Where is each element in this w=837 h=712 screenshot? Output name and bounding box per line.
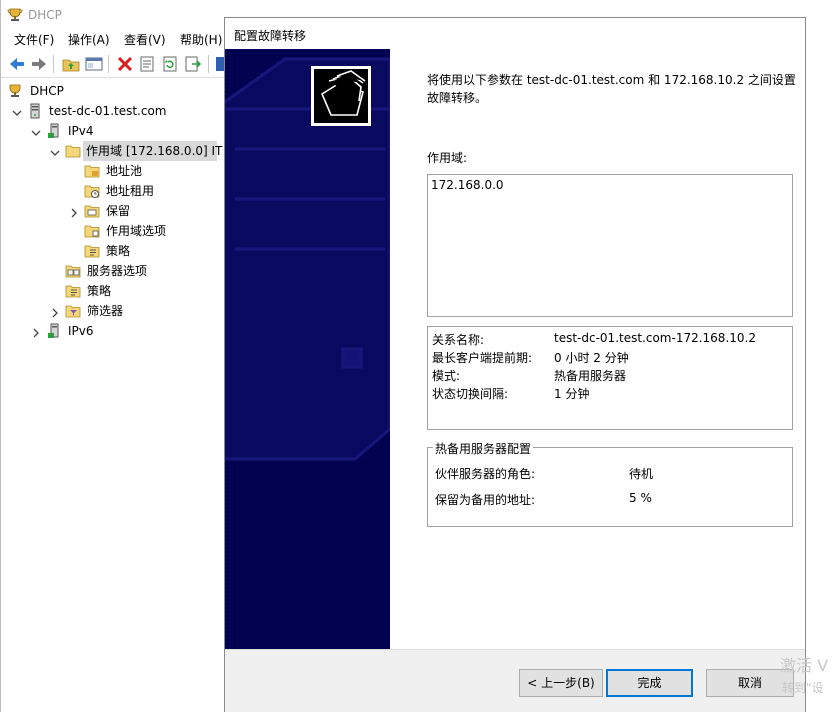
ipv4-server-icon [46,123,62,139]
chevron-right-icon[interactable] [49,305,61,318]
state-switchover-value: 1 分钟 [554,387,590,401]
refresh-icon[interactable] [160,54,180,74]
hot-standby-legend: 热备用服务器配置 [433,440,534,457]
tree-label: 作用域 [172.168.0.0] IT [83,141,222,161]
reserve-value: 5 % [629,491,652,505]
wizard-title-bar: 配置故障转移 [225,18,805,49]
tree-label: IPv6 [68,324,94,338]
mode-label: 模式: [432,369,461,383]
partner-role-row: 伙伴服务器的角色: 待机 [435,465,653,482]
tree-item-server[interactable]: test-dc-01.test.com [1,101,221,121]
ipv6-server-icon [46,323,62,339]
hot-standby-group: 热备用服务器配置 伙伴服务器的角色: 待机 保留为备用的地址: 5 % [427,440,793,527]
tree-item-ipv4[interactable]: IPv4 [1,121,221,141]
policies-icon [65,283,81,299]
tree-label: DHCP [30,84,64,98]
address-leases-icon [84,183,100,199]
tree-label: 地址租用 [106,184,155,198]
wizard-content: 将使用以下参数在 test-dc-01.test.com 和 172.168.1… [390,49,805,649]
reserve-label: 保留为备用的地址: [435,493,536,507]
toolbar [1,50,231,78]
dhcp-trophy-icon [7,83,23,99]
tree-item-dhcp[interactable]: DHCP [1,81,221,101]
partner-role-label: 伙伴服务器的角色: [435,467,536,481]
chevron-right-icon[interactable] [68,205,80,218]
menu-action[interactable]: 操作(A) [68,31,110,48]
mclt-label: 最长客户端提前期: [432,351,533,365]
console-tree: DHCP test-dc-01.test.com IPv4 作用域 [172.1… [1,79,225,712]
server-icon [27,103,43,119]
scope-label: 作用域: [427,151,468,165]
activation-watermark: 激活 V [780,656,829,675]
properties-icon[interactable] [137,54,157,74]
failover-summary: 关系名称: test-dc-01.test.com-172.168.10.2 最… [427,326,793,430]
tree-label: 作用域选项 [106,224,167,238]
delete-icon[interactable] [115,54,135,74]
relationship-name-value: test-dc-01.test.com-172.168.10.2 [554,331,756,345]
mode-value: 热备用服务器 [554,369,627,383]
folder-icon [65,143,81,159]
filters-icon [65,303,81,319]
wizard-footer: < 上一步(B) 完成 取消 [225,649,805,712]
toolbar-separator [53,55,54,73]
toolbar-separator [108,55,109,73]
tree-label: 保留 [106,204,131,218]
reservations-icon [84,203,100,219]
relationship-name-label: 关系名称: [432,333,485,347]
scope-options-icon [84,223,100,239]
mclt-value: 0 小时 2 分钟 [554,351,629,365]
chevron-down-icon[interactable] [30,125,42,137]
export-icon[interactable] [183,54,203,74]
menu-help[interactable]: 帮助(H) [180,31,222,48]
tree-label: 筛选器 [87,304,124,318]
wizard-side-banner [225,49,390,649]
wizard-title: 配置故障转移 [234,29,307,43]
dhcp-trophy-icon [7,7,23,23]
forward-arrow-icon[interactable] [29,54,49,74]
address-pool-icon [84,163,100,179]
intro-text: 将使用以下参数在 test-dc-01.test.com 和 172.168.1… [427,73,796,105]
up-folder-icon[interactable] [61,54,81,74]
tree-label: 策略 [106,244,131,258]
tree-item-reservations[interactable]: 保留 [1,201,221,221]
policies-icon [84,243,100,259]
activation-watermark-sub: 转到"设 [782,681,824,695]
tree-label: 策略 [87,284,112,298]
partner-role-value: 待机 [629,467,654,481]
tree-item-scope-options[interactable]: 作用域选项 [1,221,221,241]
tree-item-scope[interactable]: 作用域 [172.168.0.0] IT [1,141,222,161]
server-options-icon [65,263,81,279]
tree-label: test-dc-01.test.com [49,104,167,118]
state-switchover-label: 状态切换间隔: [432,387,509,401]
tree-item-ipv6[interactable]: IPv6 [1,321,221,341]
back-button[interactable]: < 上一步(B) [519,669,603,697]
tree-item-address-pool[interactable]: 地址池 [1,161,221,181]
tree-item-server-options[interactable]: 服务器选项 [1,261,221,281]
scope-list[interactable]: 172.168.0.0 [427,174,793,317]
wizard-banner-graphic [225,49,390,649]
failover-wizard-dialog: 配置故障转移 将使用以下参数在 test-dc-01.test.com 和 17… [224,17,806,712]
reserve-row: 保留为备用的地址: 5 % [435,491,652,508]
back-arrow-icon[interactable] [7,54,27,74]
chevron-down-icon[interactable] [49,145,61,157]
menu-file[interactable]: 文件(F) [14,31,54,48]
chevron-right-icon[interactable] [30,325,42,338]
toolbar-separator [208,55,209,73]
scope-list-item: 172.168.0.0 [431,178,504,192]
window-title: DHCP [28,8,62,22]
tree-label: 服务器选项 [87,264,148,278]
finish-button[interactable]: 完成 [606,669,693,697]
tree-item-scope-policies[interactable]: 策略 [1,241,221,261]
tree-item-policies[interactable]: 策略 [1,281,221,301]
tree-label: IPv4 [68,124,94,138]
tree-label: 地址池 [106,164,143,178]
chevron-down-icon[interactable] [11,105,23,117]
console-tree-icon[interactable] [84,54,104,74]
tree-item-filters[interactable]: 筛选器 [1,301,221,321]
menu-view[interactable]: 查看(V) [124,31,166,48]
tree-item-address-leases[interactable]: 地址租用 [1,181,221,201]
